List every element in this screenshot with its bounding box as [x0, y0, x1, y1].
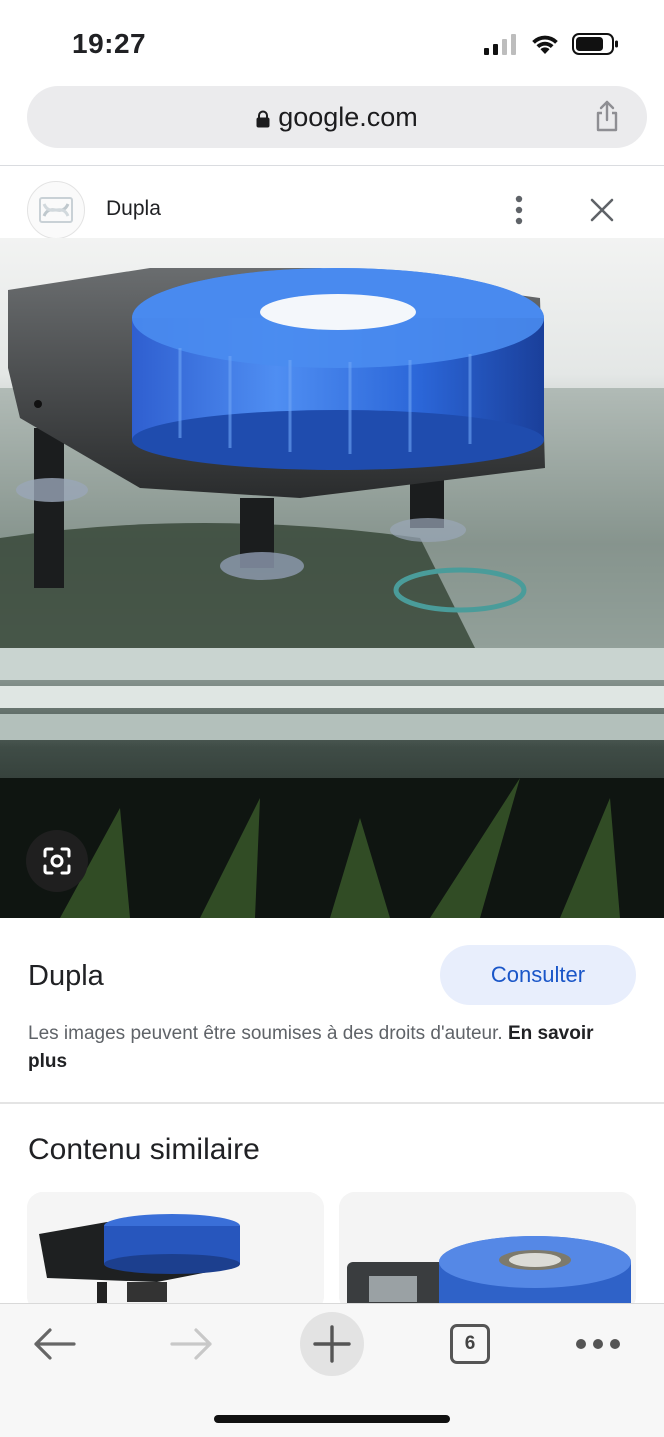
close-icon	[590, 198, 614, 222]
dupla-logo-icon	[39, 197, 73, 223]
vertical-dots-icon	[515, 195, 523, 225]
address-bar[interactable]: google.com	[27, 86, 647, 148]
plus-icon	[313, 1325, 351, 1363]
product-photo	[0, 238, 664, 918]
copyright-text: Les images peuvent être soumises à des d…	[28, 1023, 503, 1044]
copyright-notice: Les images peuvent être soumises à des d…	[28, 1020, 628, 1076]
home-indicator	[214, 1415, 450, 1423]
similar-thumbnail[interactable]	[27, 1192, 324, 1312]
wifi-icon	[532, 35, 558, 54]
menu-button[interactable]	[566, 1312, 630, 1376]
visit-button[interactable]: Consulter	[440, 945, 636, 1005]
tabs-button[interactable]: 6	[438, 1312, 502, 1376]
bottom-toolbar: 6	[0, 1303, 664, 1437]
url-text: google.com	[278, 102, 418, 132]
thumbnail-image	[339, 1192, 636, 1312]
arrow-left-icon	[34, 1328, 76, 1360]
image-info: Dupla Consulter Les images peuvent être …	[0, 918, 664, 1098]
new-tab-button[interactable]	[300, 1312, 364, 1376]
more-options-button[interactable]	[504, 190, 534, 230]
horizontal-dots-icon	[576, 1339, 620, 1349]
divider	[0, 1102, 664, 1104]
source-name[interactable]: Dupla	[106, 197, 161, 221]
status-bar: 19:27	[0, 0, 664, 86]
arrow-right-icon	[170, 1328, 212, 1360]
url-display[interactable]: google.com	[27, 102, 647, 133]
tab-count: 6	[450, 1324, 490, 1364]
similar-heading: Contenu similaire	[28, 1133, 260, 1166]
back-button[interactable]	[22, 1312, 86, 1376]
close-button[interactable]	[584, 192, 620, 228]
similar-thumbnail[interactable]	[339, 1192, 636, 1312]
share-icon[interactable]	[593, 100, 621, 132]
source-favicon[interactable]	[27, 181, 85, 239]
thumbnail-image	[27, 1192, 324, 1312]
battery-icon	[572, 33, 618, 55]
main-image[interactable]	[0, 238, 664, 918]
google-lens-button[interactable]	[26, 830, 88, 892]
image-title: Dupla	[28, 960, 104, 992]
status-icons	[484, 32, 620, 56]
cellular-signal-icon	[484, 34, 516, 55]
status-time: 19:27	[72, 28, 147, 59]
lock-icon	[256, 110, 270, 128]
lens-icon	[43, 847, 71, 875]
forward-button[interactable]	[160, 1312, 224, 1376]
